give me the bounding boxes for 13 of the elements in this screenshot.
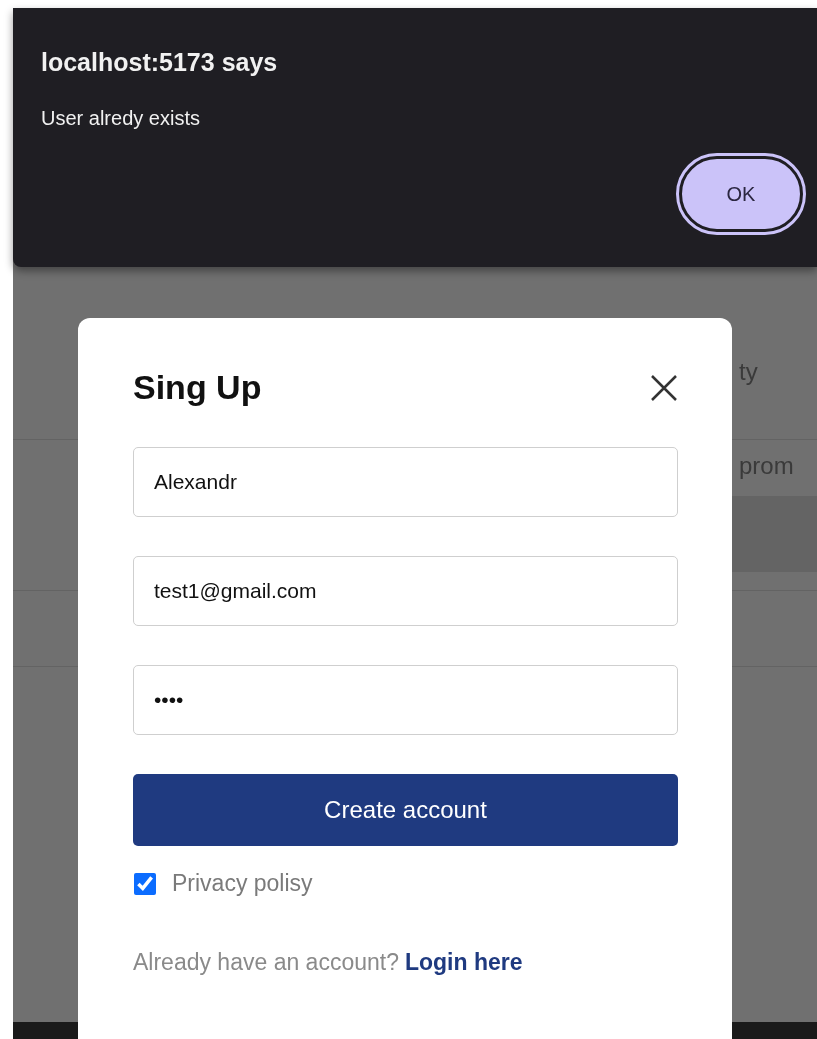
close-icon[interactable] <box>649 372 679 403</box>
modal-title: Sing Up <box>133 368 262 407</box>
ok-button[interactable]: OK <box>679 156 803 232</box>
login-link[interactable]: Login here <box>404 949 523 976</box>
alert-message: User alredy exists <box>41 107 200 130</box>
email-field[interactable]: test1@gmail.com <box>133 556 678 626</box>
login-prompt: Already have an account? <box>133 949 399 976</box>
name-field[interactable]: Alexandr <box>133 447 678 517</box>
password-field[interactable]: •••• <box>133 665 678 735</box>
create-account-button[interactable]: Create account <box>133 774 678 846</box>
alert-title: localhost:5173 says <box>41 48 278 77</box>
privacy-checkbox[interactable] <box>134 872 156 895</box>
privacy-label: Privacy polisy <box>172 870 313 897</box>
